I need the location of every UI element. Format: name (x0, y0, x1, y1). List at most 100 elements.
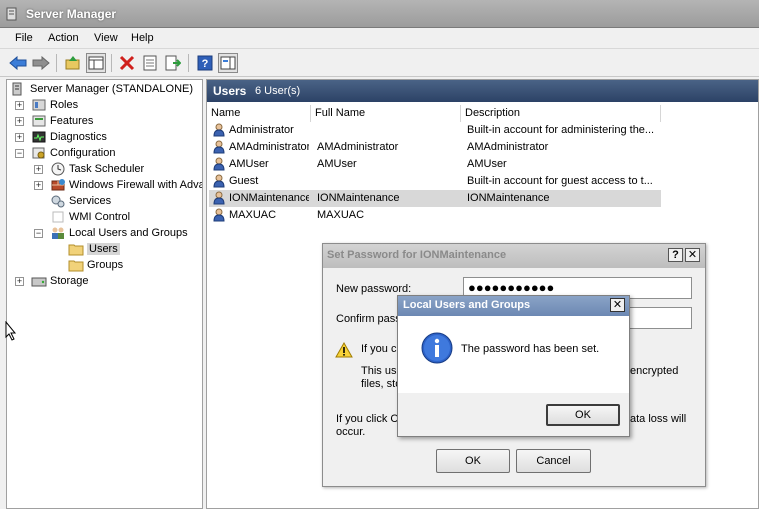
export-list-icon (165, 55, 181, 71)
tree-item-services[interactable]: Services (50, 193, 111, 209)
column-header-description[interactable]: Description (461, 105, 661, 122)
tree-item-windows-firewall[interactable]: Windows Firewall with Adva (50, 177, 202, 193)
warning-text-line1: If you cl (361, 343, 399, 355)
tree-item-configuration[interactable]: Configuration (31, 145, 115, 161)
window-title: Server Manager (26, 7, 117, 21)
expand-diagnostics-toggle[interactable]: + (15, 133, 24, 142)
user-description-cell: AMUser (467, 158, 507, 170)
collapse-local-users-toggle[interactable]: − (34, 229, 43, 238)
user-row[interactable]: AMUser AMUser AMUser (207, 156, 758, 173)
gears-icon (51, 195, 65, 208)
dialog-help-button[interactable]: ? (668, 248, 683, 262)
user-row[interactable]: Administrator Built-in account for admini… (207, 122, 758, 139)
user-name-cell: IONMaintenance (229, 192, 309, 204)
user-description-cell: Built-in account for administering the..… (467, 124, 655, 136)
toolbar: ? (0, 49, 759, 77)
clock-icon (51, 162, 65, 176)
tree-item-server-manager[interactable]: Server Manager (STANDALONE) (11, 81, 193, 97)
tree-label: Services (69, 195, 112, 207)
column-header-full-name[interactable]: Full Name (311, 105, 461, 122)
message-box-title-bar: Local Users and Groups ✕ (398, 296, 629, 316)
title-bar: Server Manager (0, 0, 759, 28)
tree-label: Task Scheduler (69, 163, 145, 175)
warning-text-line2-right: encrypted (630, 365, 679, 377)
folder-icon (68, 244, 84, 256)
forward-button[interactable] (31, 53, 51, 73)
tree-item-roles[interactable]: Roles (31, 97, 78, 113)
diagnostics-icon (32, 131, 46, 143)
forward-arrow-icon (32, 56, 50, 70)
expand-task-scheduler-toggle[interactable]: + (34, 165, 43, 174)
expand-features-toggle[interactable]: + (15, 117, 24, 126)
user-row[interactable]: Guest Built-in account for guest access t… (207, 173, 758, 190)
properties-icon (143, 55, 157, 71)
expand-roles-toggle[interactable]: + (15, 101, 24, 110)
column-header-name[interactable]: Name (207, 105, 311, 122)
tree-label: Roles (50, 99, 79, 111)
dialog-close-button[interactable]: ✕ (685, 248, 700, 262)
tree-label: Local Users and Groups (69, 227, 188, 239)
new-password-label: New password: (336, 283, 412, 295)
users-header-title: Users (213, 84, 247, 98)
firewall-icon (51, 179, 65, 191)
user-row[interactable]: MAXUAC MAXUAC (207, 207, 758, 224)
menu-action[interactable]: Action (48, 32, 79, 44)
users-group-icon (52, 227, 64, 239)
help-button[interactable]: ? (195, 53, 215, 73)
wmi-icon (52, 211, 64, 223)
tree-item-diagnostics[interactable]: Diagnostics (31, 129, 107, 145)
expand-firewall-toggle[interactable]: + (34, 181, 43, 190)
tree-item-users[interactable]: Users (68, 241, 120, 257)
tree-item-wmi-control[interactable]: WMI Control (50, 209, 130, 225)
user-account-icon (213, 123, 225, 137)
user-account-icon (213, 191, 225, 205)
tree-item-features[interactable]: Features (31, 113, 93, 129)
message-text: The password has been set. (461, 343, 600, 355)
dialog-title-bar: Set Password for IONMaintenance ? ✕ (323, 244, 705, 268)
warning-text-line3: files, sto (361, 378, 402, 390)
tree-item-groups[interactable]: Groups (68, 257, 123, 273)
expand-storage-toggle[interactable]: + (15, 277, 24, 286)
show-hide-tree-button[interactable] (86, 53, 106, 73)
back-arrow-icon (9, 56, 27, 70)
menu-help[interactable]: Help (131, 32, 154, 44)
tree-label: Storage (50, 275, 89, 287)
user-row[interactable]: AMAdministrator AMAdministrator AMAdminist… (207, 139, 758, 156)
user-name-cell: MAXUAC (229, 209, 277, 221)
menu-view[interactable]: View (94, 32, 118, 44)
up-folder-icon (65, 56, 80, 70)
info-icon (421, 332, 453, 364)
menu-file[interactable]: File (15, 32, 33, 44)
mouse-cursor-icon (5, 321, 17, 341)
consequence-text-line1: If you click C (336, 413, 399, 425)
properties-button[interactable] (140, 53, 160, 73)
message-box-close-button[interactable]: ✕ (610, 298, 625, 312)
user-row[interactable]: IONMaintenance IONMaintenance IONMaintenan… (207, 190, 758, 207)
tree-label: Features (50, 115, 94, 127)
user-full-name-cell: AMAdministrator (317, 141, 399, 153)
back-button[interactable] (8, 53, 28, 73)
tree-label: Server Manager (STANDALONE) (30, 83, 194, 95)
message-ok-button[interactable]: OK (546, 404, 620, 426)
user-full-name-cell: MAXUAC (317, 209, 365, 221)
user-name-cell: Guest (229, 175, 259, 187)
warning-icon (335, 342, 353, 358)
user-full-name-cell: IONMaintenance (317, 192, 400, 204)
tree-item-storage[interactable]: Storage (31, 273, 89, 289)
cancel-button[interactable]: Cancel (516, 449, 591, 473)
ok-button[interactable]: OK (436, 449, 510, 473)
up-one-level-button[interactable] (63, 53, 83, 73)
folder-icon (68, 260, 84, 272)
menu-bar: File Action View Help (0, 28, 759, 49)
consequence-text-line1-right: ata loss will (630, 413, 687, 425)
tree-label: Users (87, 243, 120, 255)
server-icon (12, 82, 22, 96)
export-list-button[interactable] (163, 53, 183, 73)
tree-item-task-scheduler[interactable]: Task Scheduler (50, 161, 144, 177)
collapse-configuration-toggle[interactable]: − (15, 149, 24, 158)
user-account-icon (213, 140, 225, 154)
tree-item-local-users-groups[interactable]: Local Users and Groups (50, 225, 188, 241)
delete-button[interactable] (117, 53, 137, 73)
column-headers: Name Full Name Description (207, 105, 758, 122)
show-action-pane-button[interactable] (218, 53, 238, 73)
